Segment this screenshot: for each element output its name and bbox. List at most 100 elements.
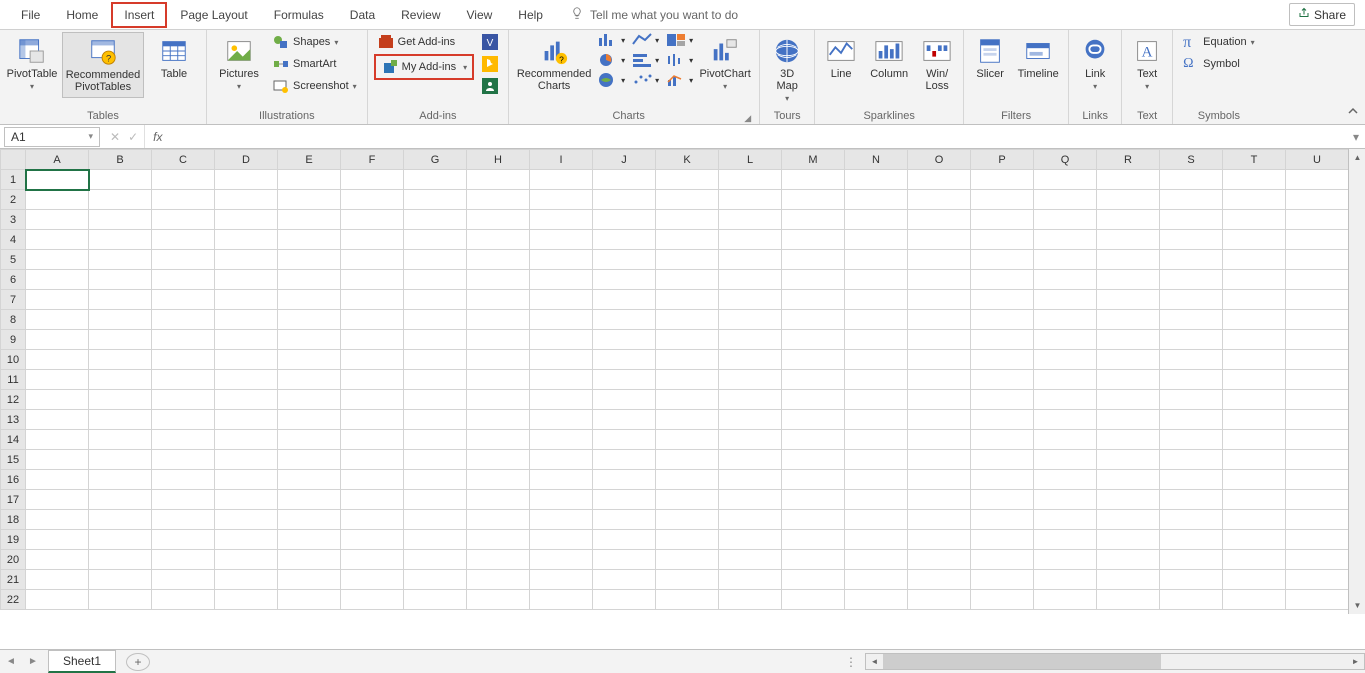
cell-H6[interactable] [467,270,530,290]
cell-O3[interactable] [908,210,971,230]
cell-C14[interactable] [152,430,215,450]
cell-I10[interactable] [530,350,593,370]
cell-E12[interactable] [278,390,341,410]
cell-G5[interactable] [404,250,467,270]
link-button[interactable]: Link ▾ [1075,32,1115,95]
cell-U11[interactable] [1286,370,1349,390]
cell-I7[interactable] [530,290,593,310]
cell-U9[interactable] [1286,330,1349,350]
cell-O6[interactable] [908,270,971,290]
col-header-I[interactable]: I [530,150,593,170]
cell-F6[interactable] [341,270,404,290]
cell-C19[interactable] [152,530,215,550]
cell-K16[interactable] [656,470,719,490]
cell-U8[interactable] [1286,310,1349,330]
cell-I16[interactable] [530,470,593,490]
smartart-button[interactable]: SmartArt [269,54,361,74]
cell-M4[interactable] [782,230,845,250]
cell-J1[interactable] [593,170,656,190]
cell-T3[interactable] [1223,210,1286,230]
cell-M15[interactable] [782,450,845,470]
cell-K20[interactable] [656,550,719,570]
cell-B2[interactable] [89,190,152,210]
cell-P14[interactable] [971,430,1034,450]
sparkline-line-button[interactable]: Line [821,32,861,84]
cell-J2[interactable] [593,190,656,210]
cell-U15[interactable] [1286,450,1349,470]
cell-R6[interactable] [1097,270,1160,290]
cell-O10[interactable] [908,350,971,370]
cell-I20[interactable] [530,550,593,570]
cell-A8[interactable] [26,310,89,330]
cell-B1[interactable] [89,170,152,190]
cell-P13[interactable] [971,410,1034,430]
bing-addin-button[interactable] [478,54,502,74]
cell-H4[interactable] [467,230,530,250]
cell-U7[interactable] [1286,290,1349,310]
cell-T4[interactable] [1223,230,1286,250]
cell-J19[interactable] [593,530,656,550]
table-button[interactable]: Table [148,32,200,84]
cell-H9[interactable] [467,330,530,350]
cell-S6[interactable] [1160,270,1223,290]
cell-P16[interactable] [971,470,1034,490]
cell-K17[interactable] [656,490,719,510]
scroll-down-button[interactable]: ▼ [1349,597,1365,614]
cell-B21[interactable] [89,570,152,590]
cell-D17[interactable] [215,490,278,510]
cell-T14[interactable] [1223,430,1286,450]
scroll-up-button[interactable]: ▲ [1349,149,1365,166]
cell-A19[interactable] [26,530,89,550]
cell-T13[interactable] [1223,410,1286,430]
cell-E18[interactable] [278,510,341,530]
cell-D13[interactable] [215,410,278,430]
cell-A10[interactable] [26,350,89,370]
cell-U3[interactable] [1286,210,1349,230]
cell-O13[interactable] [908,410,971,430]
cell-G12[interactable] [404,390,467,410]
cell-O16[interactable] [908,470,971,490]
cell-B20[interactable] [89,550,152,570]
sheet-nav-prev[interactable]: ◄ [0,656,22,667]
cell-E15[interactable] [278,450,341,470]
cell-B5[interactable] [89,250,152,270]
cell-J21[interactable] [593,570,656,590]
cell-I8[interactable] [530,310,593,330]
cell-I12[interactable] [530,390,593,410]
cell-L14[interactable] [719,430,782,450]
cell-A14[interactable] [26,430,89,450]
fx-icon[interactable]: fx [145,130,170,144]
cell-M18[interactable] [782,510,845,530]
cell-N6[interactable] [845,270,908,290]
timeline-button[interactable]: Timeline [1014,32,1062,84]
cell-B18[interactable] [89,510,152,530]
cell-P10[interactable] [971,350,1034,370]
enter-formula-button[interactable]: ✓ [128,130,138,144]
cell-S16[interactable] [1160,470,1223,490]
cell-L13[interactable] [719,410,782,430]
cell-S18[interactable] [1160,510,1223,530]
cell-F13[interactable] [341,410,404,430]
cell-A11[interactable] [26,370,89,390]
cell-K11[interactable] [656,370,719,390]
cell-B22[interactable] [89,590,152,610]
cell-F7[interactable] [341,290,404,310]
cell-C9[interactable] [152,330,215,350]
cell-S4[interactable] [1160,230,1223,250]
cell-G20[interactable] [404,550,467,570]
text-button[interactable]: A Text ▾ [1128,32,1166,95]
cell-J16[interactable] [593,470,656,490]
cell-R22[interactable] [1097,590,1160,610]
cell-T12[interactable] [1223,390,1286,410]
cell-S3[interactable] [1160,210,1223,230]
col-header-O[interactable]: O [908,150,971,170]
line-chart-button[interactable]: ▾ [631,32,659,48]
cell-P2[interactable] [971,190,1034,210]
cell-T8[interactable] [1223,310,1286,330]
add-sheet-button[interactable]: + [126,653,150,671]
horizontal-scrollbar[interactable]: ◄ ► [865,653,1365,670]
cell-F2[interactable] [341,190,404,210]
cell-R20[interactable] [1097,550,1160,570]
tell-me-search[interactable]: Tell me what you want to do [570,6,738,23]
pivotchart-button[interactable]: PivotChart ▾ [697,32,753,95]
